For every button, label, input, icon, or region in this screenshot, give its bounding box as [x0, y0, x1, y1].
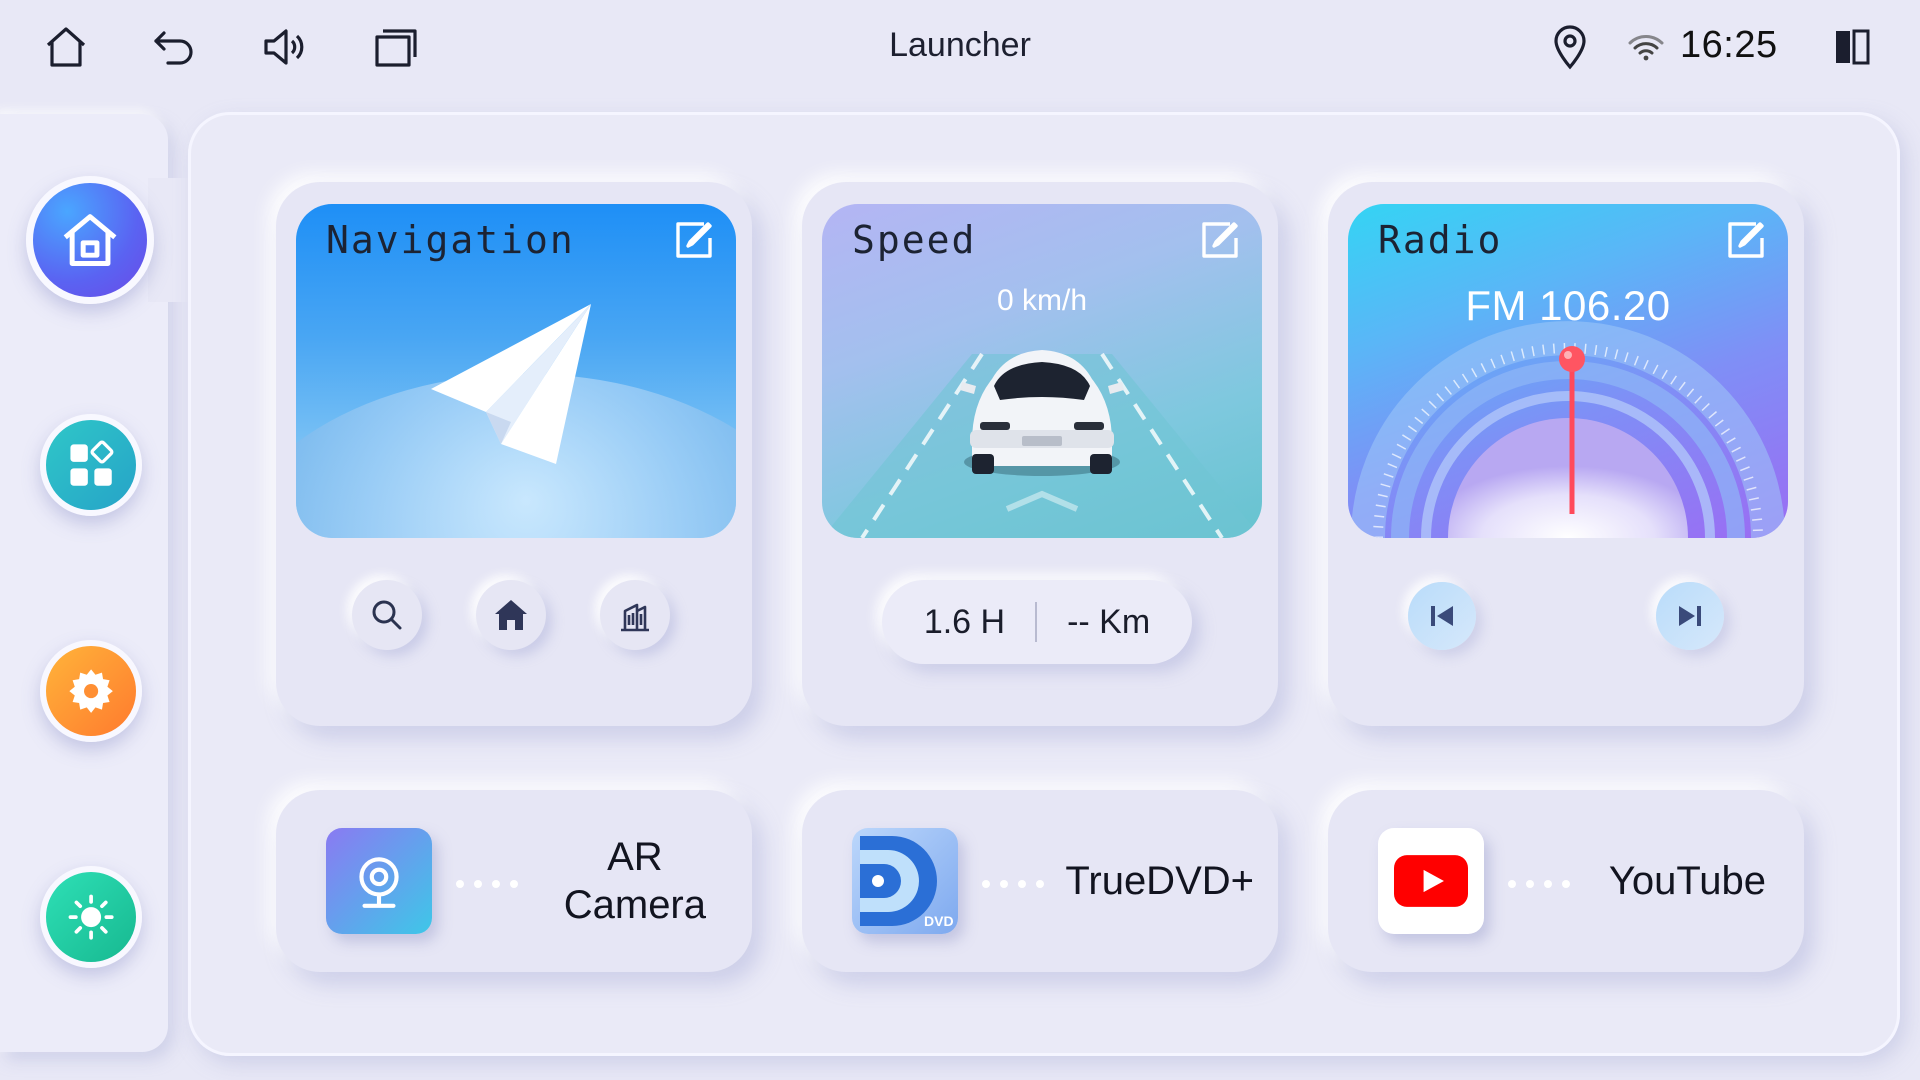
youtube-icon: [1378, 828, 1484, 934]
sidebar-item-settings[interactable]: [40, 640, 142, 742]
radio-frequency: FM 106.20: [1465, 282, 1671, 329]
gear-icon: [69, 669, 113, 713]
wifi-icon: [1620, 22, 1672, 72]
navigation-title: Navigation: [326, 218, 575, 262]
navigation-widget: Navigation: [276, 182, 752, 726]
trip-info: 1.6 H -- Km: [882, 580, 1192, 664]
sidebar-notch: [148, 178, 188, 302]
app-label: TrueDVD+: [1065, 859, 1254, 903]
app-label: AR Camera: [564, 790, 706, 972]
dots-decoration: [982, 875, 1062, 888]
navigation-panel[interactable]: Navigation: [296, 204, 736, 538]
edit-icon[interactable]: [1200, 220, 1240, 260]
app-youtube[interactable]: YouTube: [1328, 790, 1804, 972]
building-icon: [621, 603, 649, 632]
dvd-icon-label: DVD: [924, 913, 954, 929]
app-ar-camera[interactable]: AR Camera: [276, 790, 752, 972]
radio-next-button[interactable]: [1656, 582, 1724, 650]
speed-widget: Speed 0 km/h 1.6 H -- Km: [802, 182, 1278, 726]
skip-next-icon: [1679, 606, 1701, 626]
apps-grid-icon: [70, 440, 114, 486]
trip-distance: -- Km: [1067, 602, 1151, 641]
skip-previous-icon: [1431, 606, 1453, 626]
dots-decoration: [1508, 875, 1588, 888]
clock: 16:25: [1680, 24, 1778, 66]
brightness-icon: [68, 894, 114, 940]
divider: [1035, 602, 1038, 642]
paper-plane-icon: [431, 304, 591, 464]
webcam-icon: [326, 828, 432, 934]
nav-company-button[interactable]: [600, 580, 670, 650]
sidebar-item-home[interactable]: [26, 176, 154, 304]
location-icon: [1544, 22, 1596, 72]
edit-icon[interactable]: [1726, 220, 1766, 260]
sidebar-item-brightness[interactable]: [40, 866, 142, 968]
trip-duration: 1.6 H: [923, 602, 1006, 641]
volume-icon[interactable]: [258, 22, 310, 72]
sidebar-item-apps[interactable]: [40, 414, 142, 516]
app-truedvd[interactable]: DVD TrueDVD+: [802, 790, 1278, 972]
home-icon[interactable]: [40, 22, 92, 72]
dvd-icon: DVD: [852, 828, 958, 934]
split-screen-icon[interactable]: [1826, 22, 1878, 72]
speed-panel[interactable]: Speed 0 km/h: [822, 204, 1262, 538]
radio-widget: Radio FM 106.20: [1328, 182, 1804, 726]
dots-decoration: [456, 875, 536, 888]
back-icon[interactable]: [148, 22, 200, 72]
status-bar: Launcher 16:25: [0, 0, 1920, 92]
radio-previous-button[interactable]: [1408, 582, 1476, 650]
edit-icon[interactable]: [674, 220, 714, 260]
radio-panel[interactable]: Radio FM 106.20: [1348, 204, 1788, 538]
current-speed: 0 km/h: [996, 284, 1088, 317]
app-label-line1: AR: [607, 835, 663, 879]
search-icon: [372, 600, 402, 630]
recent-apps-icon[interactable]: [370, 22, 422, 72]
app-label: YouTube: [1608, 859, 1766, 903]
speed-title: Speed: [852, 218, 977, 262]
home-icon: [495, 600, 527, 630]
radio-title: Radio: [1378, 218, 1503, 262]
nav-home-button[interactable]: [476, 580, 546, 650]
app-label-line2: Camera: [563, 883, 706, 927]
nav-search-button[interactable]: [352, 580, 422, 650]
home-icon: [63, 214, 117, 266]
window-title: Launcher: [889, 26, 1031, 64]
